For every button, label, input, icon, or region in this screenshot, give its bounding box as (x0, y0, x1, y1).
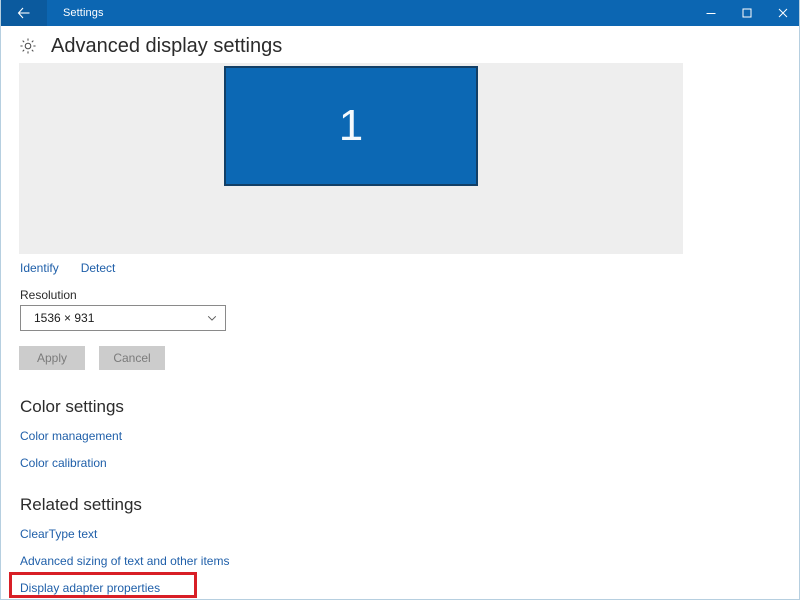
identify-link[interactable]: Identify (20, 261, 59, 275)
maximize-icon (742, 8, 752, 18)
page-header: Advanced display settings (19, 36, 282, 56)
detect-link[interactable]: Detect (81, 261, 116, 275)
related-settings-heading: Related settings (20, 495, 142, 514)
window-controls (693, 0, 799, 26)
display-monitor-number: 1 (338, 101, 364, 150)
display-monitor-1[interactable]: 1 (224, 66, 478, 186)
cleartype-text-link[interactable]: ClearType text (20, 527, 97, 541)
resolution-value: 1536 × 931 (34, 311, 95, 325)
settings-content: Advanced display settings 1 Identify Det… (1, 26, 799, 599)
display-actions: Identify Detect (20, 261, 115, 275)
cancel-button[interactable]: Cancel (99, 346, 165, 370)
gear-icon (19, 37, 37, 55)
apply-button[interactable]: Apply (19, 346, 85, 370)
minimize-icon (706, 13, 716, 14)
chevron-down-icon (199, 312, 225, 324)
action-buttons: Apply Cancel (19, 346, 165, 370)
resolution-dropdown[interactable]: 1536 × 931 (20, 305, 226, 331)
display-preview-panel: 1 (19, 63, 683, 254)
color-management-link[interactable]: Color management (20, 429, 122, 443)
display-adapter-properties-link[interactable]: Display adapter properties (20, 581, 160, 595)
minimize-button[interactable] (693, 0, 729, 26)
back-arrow-icon (17, 7, 30, 19)
close-button[interactable] (765, 0, 799, 26)
close-icon (778, 8, 788, 18)
color-settings-heading: Color settings (20, 397, 124, 416)
settings-window: Settings Advanced display settings 1 Ide… (0, 0, 800, 600)
maximize-button[interactable] (729, 0, 765, 26)
advanced-sizing-link[interactable]: Advanced sizing of text and other items (20, 554, 229, 568)
color-calibration-link[interactable]: Color calibration (20, 456, 107, 470)
title-bar: Settings (1, 0, 799, 26)
titlebar-spacer (104, 0, 693, 26)
page-title: Advanced display settings (51, 35, 283, 57)
window-title: Settings (63, 7, 104, 19)
resolution-label: Resolution (20, 288, 77, 302)
back-button[interactable] (1, 0, 47, 26)
